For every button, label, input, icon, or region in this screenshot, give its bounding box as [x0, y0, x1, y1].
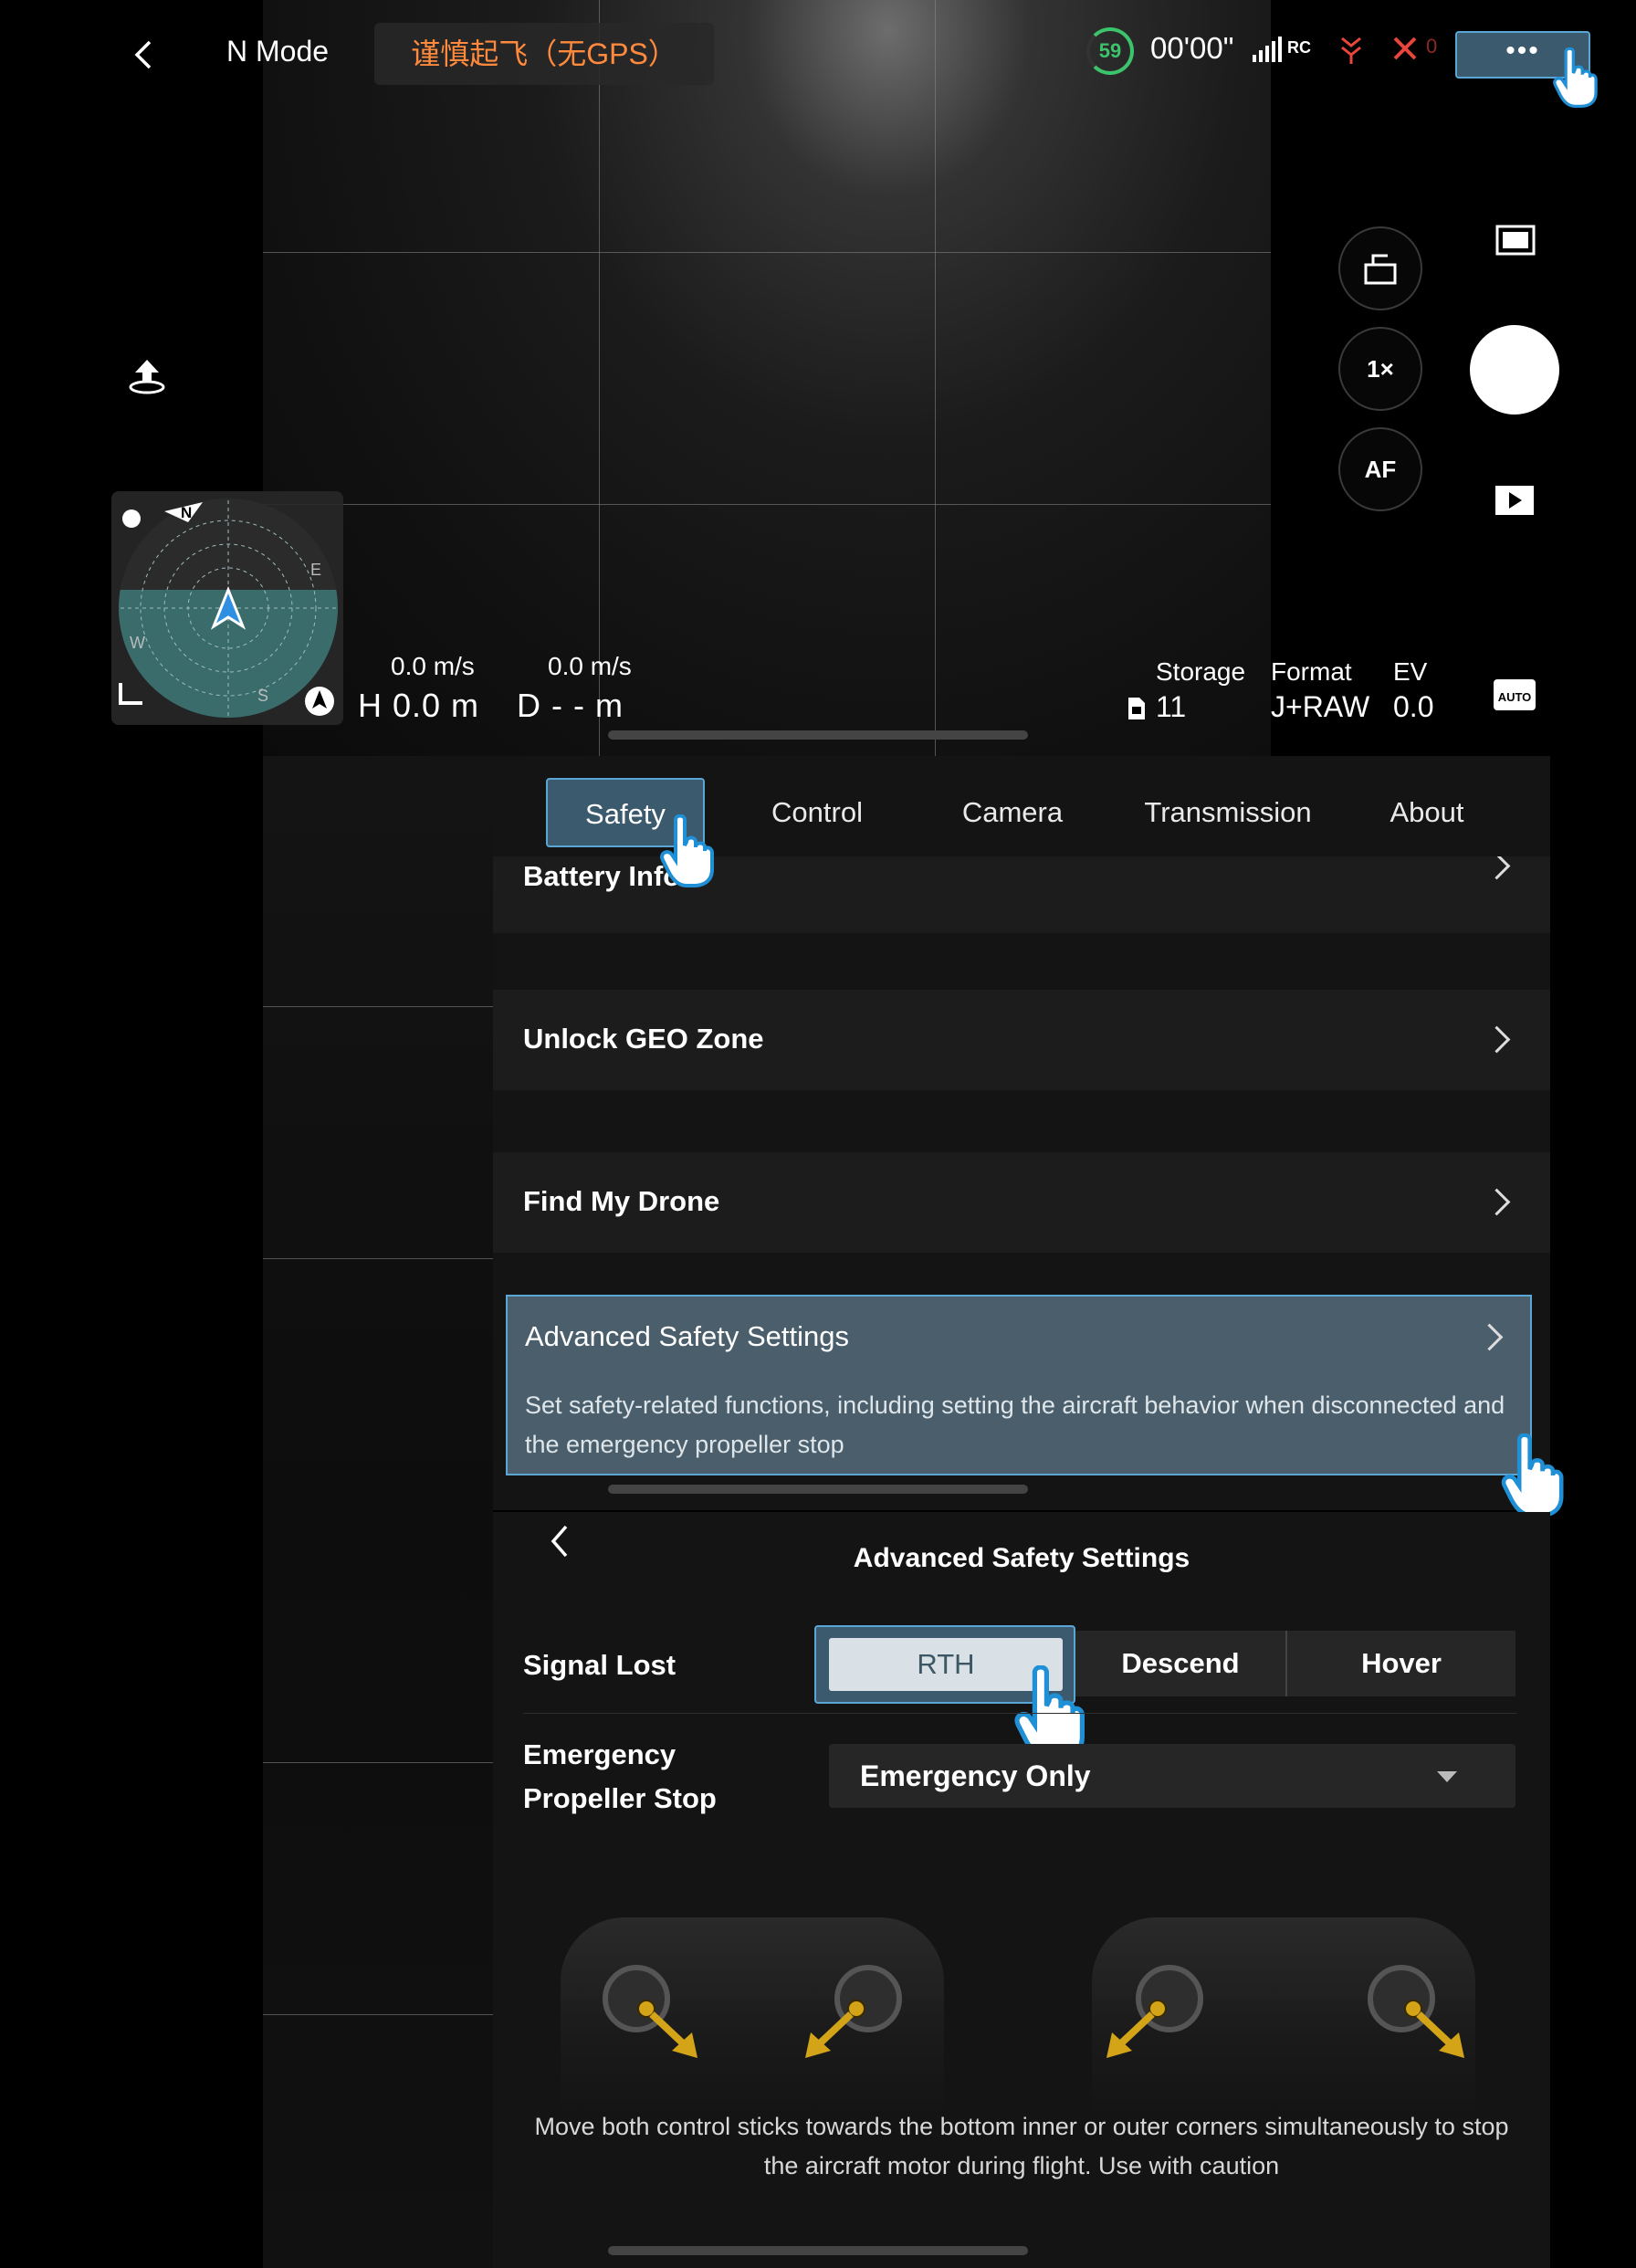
sheet-handle[interactable] [608, 2246, 1028, 2255]
settings-panel: Battery Info Safety Control Camera Trans… [493, 756, 1550, 1510]
distance-readout: D - - m [517, 687, 624, 724]
arrow-down-left-icon [805, 2000, 865, 2058]
takeoff-icon[interactable] [128, 356, 166, 396]
advanced-safety-page: Advanced Safety Settings Signal Lost Des… [493, 1512, 1550, 2268]
battery-info-label: Battery Info [523, 860, 681, 892]
background-strip [263, 756, 493, 2268]
compass-s: S [257, 687, 269, 705]
option-descend[interactable]: Descend [1075, 1631, 1285, 1696]
chevron-right-icon [1483, 1188, 1511, 1216]
camera-view: N Mode 谨慎起飞（无GPS） 59 00'00" RC 0 ••• 1× … [0, 0, 1636, 756]
ev-value: 0.0 [1393, 690, 1434, 723]
find-my-drone-row[interactable]: Find My Drone [493, 1152, 1550, 1253]
rc-label: RC [1287, 38, 1311, 57]
chevron-right-icon [1475, 1323, 1504, 1351]
transmission-icon [1338, 33, 1364, 66]
auto-exposure-icon[interactable]: AUTO [1494, 679, 1536, 710]
storage-value: 11 [1156, 690, 1187, 723]
unlock-geo-zone-row[interactable]: Unlock GEO Zone [493, 990, 1550, 1090]
focus-button[interactable]: AF [1338, 427, 1422, 511]
prop-stop-label-line1: Emergency [523, 1738, 676, 1770]
chevron-right-icon [1483, 1025, 1511, 1054]
pointer-hand-icon [660, 814, 714, 887]
horizontal-speed: 0.0 m/s [391, 652, 475, 680]
advanced-safety-settings-label: Advanced Safety Settings [525, 1320, 850, 1352]
flight-time: 00'00" [1150, 31, 1234, 65]
sheet-handle[interactable] [608, 730, 1028, 740]
height-readout: H 0.0 m [358, 687, 480, 724]
photo-mode-icon[interactable] [1495, 225, 1536, 256]
tab-control[interactable]: Control [749, 778, 886, 847]
attitude-compass[interactable]: N E S W [111, 491, 343, 725]
battery-indicator: 59 [1086, 27, 1134, 75]
shutter-button[interactable] [1470, 325, 1559, 415]
ev-label: EV [1393, 657, 1428, 686]
storage-label: Storage [1156, 657, 1246, 686]
compass-w: W [130, 634, 145, 652]
chevron-right-icon [1483, 852, 1511, 880]
tab-about[interactable]: About [1358, 778, 1495, 847]
zoom-button[interactable]: 1× [1338, 327, 1422, 411]
sd-card-icon [1127, 696, 1147, 721]
tab-camera[interactable]: Camera [944, 778, 1081, 847]
signal-lost-label: Signal Lost [523, 1649, 676, 1681]
settings-tab-bar: Safety Control Camera Transmission About [493, 756, 1550, 856]
advanced-safety-settings-description: Set safety-related functions, including … [525, 1391, 1505, 1458]
vertical-speed: 0.0 m/s [548, 652, 632, 680]
sheet-handle[interactable] [608, 1485, 1028, 1494]
advanced-safety-settings-row[interactable]: Advanced Safety Settings Set safety-rela… [506, 1295, 1532, 1475]
stick-instruction-text: Move both control sticks towards the bot… [534, 2113, 1509, 2179]
option-hover[interactable]: Hover [1287, 1631, 1515, 1696]
camera-mode-switch-button[interactable] [1338, 226, 1422, 310]
back-icon[interactable] [128, 38, 161, 71]
find-my-drone-label: Find My Drone [523, 1185, 720, 1217]
prop-stop-label-line2: Propeller Stop [523, 1782, 717, 1814]
row-divider [523, 1713, 1516, 1714]
pointer-hand-icon [1553, 47, 1598, 108]
signal-icon [1253, 37, 1284, 62]
motor-count: 0 [1426, 35, 1438, 58]
format-label: Format [1271, 657, 1352, 686]
compass-n: N [181, 504, 193, 521]
arrow-down-left-icon [1106, 2000, 1167, 2058]
gps-warning-badge: 谨慎起飞（无GPS） [374, 23, 714, 85]
format-value: J+RAW [1271, 690, 1370, 723]
dropdown-value: Emergency Only [860, 1759, 1091, 1792]
playback-icon[interactable] [1494, 484, 1536, 517]
unlock-geo-zone-label: Unlock GEO Zone [523, 1023, 764, 1055]
pointer-hand-icon [1501, 1433, 1564, 1517]
compass-e: E [310, 561, 322, 579]
motor-off-icon [1391, 35, 1421, 62]
chevron-down-icon [1437, 1771, 1457, 1782]
arrow-down-right-icon [1404, 2000, 1464, 2058]
auto-label: AUTO [1497, 690, 1532, 704]
tab-transmission[interactable]: Transmission [1114, 778, 1342, 847]
flight-mode-label[interactable]: N Mode [226, 35, 329, 68]
battery-info-row[interactable]: Battery Info [493, 852, 1550, 933]
page-title: Advanced Safety Settings [853, 1543, 1190, 1573]
emergency-prop-stop-dropdown[interactable]: Emergency Only [829, 1744, 1515, 1808]
camera-feed [263, 0, 1271, 756]
arrow-down-right-icon [637, 2000, 697, 2058]
